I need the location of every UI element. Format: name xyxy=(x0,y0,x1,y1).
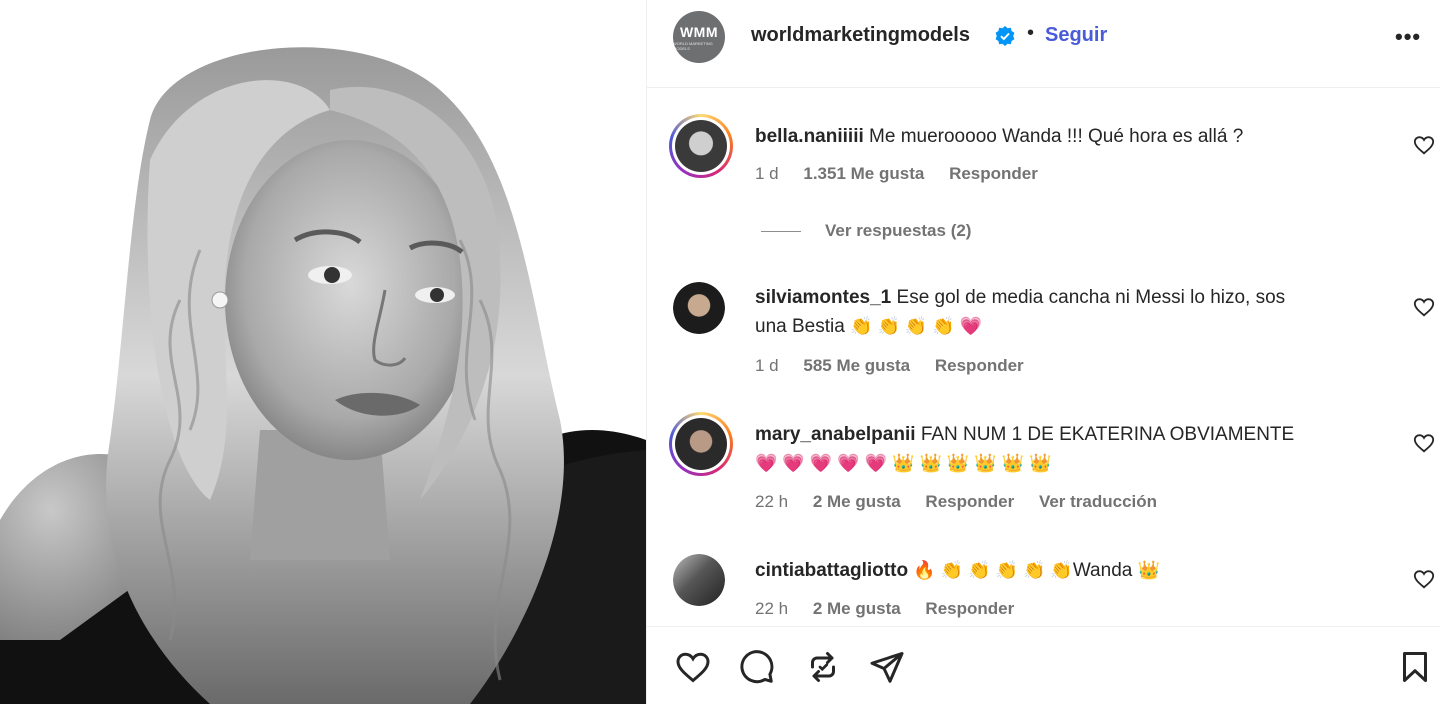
comment-body-line2: una Bestia xyxy=(755,316,845,337)
author-avatar[interactable]: WMM WORLD MARKETING MODELS xyxy=(673,11,725,63)
comment-text: mary_anabelpanii FAN NUM 1 DE EKATERINA … xyxy=(755,420,1375,478)
comment-meta: 1 d 1.351 Me gusta Responder xyxy=(755,164,1058,184)
post-detail-panel: WMM WORLD MARKETING MODELS worldmarketin… xyxy=(646,0,1440,704)
post-actions-bar xyxy=(647,626,1440,704)
comments-list: bella.naniiiii Me muerooooo Wanda !!! Qu… xyxy=(647,88,1440,626)
comment-like-heart-icon[interactable] xyxy=(1413,134,1435,156)
translate-button[interactable]: Ver traducción xyxy=(1039,492,1157,511)
avatar-photo xyxy=(673,554,725,606)
comment-like-heart-icon[interactable] xyxy=(1413,568,1435,590)
comment-text: bella.naniiiii Me muerooooo Wanda !!! Qu… xyxy=(755,122,1375,151)
avatar-photo xyxy=(675,418,727,470)
avatar-photo xyxy=(675,120,727,172)
heart-icon[interactable] xyxy=(675,649,711,685)
comment-body: Me muerooooo Wanda !!! Qué hora es allá … xyxy=(869,126,1244,147)
comment-emojis: 💗 💗 💗 💗 💗 👑 👑 👑 👑 👑 👑 xyxy=(755,453,1052,473)
post-header: WMM WORLD MARKETING MODELS worldmarketin… xyxy=(647,0,1440,88)
comment-icon[interactable] xyxy=(739,649,775,685)
comment-likes[interactable]: 1.351 Me gusta xyxy=(803,164,924,183)
comment-emojis-after: 👑 xyxy=(1137,560,1161,580)
comment-emojis: 🔥 👏 👏 👏 👏 👏 xyxy=(913,560,1073,580)
comment-meta: 22 h 2 Me gusta Responder Ver traducción xyxy=(755,492,1177,512)
comment-time: 1 d xyxy=(755,356,779,375)
reply-button[interactable]: Responder xyxy=(925,492,1014,511)
replies-divider xyxy=(761,231,801,233)
comment-like-heart-icon[interactable] xyxy=(1413,432,1435,454)
comment-emojis: 👏 👏 👏 👏 💗 xyxy=(850,316,983,336)
repost-icon[interactable] xyxy=(805,649,841,685)
comment-text: cintiabattagliotto 🔥 👏 👏 👏 👏 👏Wanda 👑 xyxy=(755,556,1375,585)
comment-username[interactable]: silviamontes_1 xyxy=(755,287,891,308)
portrait-photo xyxy=(0,0,646,704)
avatar-photo xyxy=(673,282,725,334)
more-options-button[interactable]: ••• xyxy=(1395,24,1421,50)
comment-time: 1 d xyxy=(755,164,779,183)
comment-likes[interactable]: 585 Me gusta xyxy=(803,356,910,375)
author-username[interactable]: worldmarketingmodels xyxy=(751,24,970,47)
bookmark-icon[interactable] xyxy=(1397,649,1433,685)
comment-like-heart-icon[interactable] xyxy=(1413,296,1435,318)
commenter-avatar[interactable] xyxy=(673,282,725,334)
comment-username[interactable]: cintiabattagliotto xyxy=(755,560,908,581)
follow-button[interactable]: Seguir xyxy=(1045,24,1107,47)
reply-button[interactable]: Responder xyxy=(949,164,1038,183)
comment-meta: 1 d 585 Me gusta Responder xyxy=(755,356,1044,376)
comment-time: 22 h xyxy=(755,599,789,618)
comment-likes[interactable]: 2 Me gusta xyxy=(813,599,901,618)
verified-badge-icon xyxy=(995,26,1015,46)
reply-button[interactable]: Responder xyxy=(925,599,1014,618)
header-separator: • xyxy=(1027,22,1035,44)
author-avatar-subtext: WORLD MARKETING MODELS xyxy=(673,40,713,51)
commenter-avatar[interactable] xyxy=(669,114,733,178)
post-image xyxy=(0,0,646,704)
view-replies-label: Ver respuestas (2) xyxy=(825,221,972,240)
author-avatar-logo: WMM xyxy=(679,23,719,40)
comment-body: FAN NUM 1 DE EKATERINA OBVIAMENTE xyxy=(920,424,1295,445)
comment-meta: 22 h 2 Me gusta Responder xyxy=(755,599,1034,619)
comment-username[interactable]: mary_anabelpanii xyxy=(755,424,916,445)
comment-body: Ese gol de media cancha ni Messi lo hizo… xyxy=(896,287,1286,308)
comment-username[interactable]: bella.naniiiii xyxy=(755,126,864,147)
comment-body: Wanda xyxy=(1072,560,1133,581)
share-icon[interactable] xyxy=(869,649,905,685)
comment-time: 22 h xyxy=(755,492,789,511)
comment-text: silviamontes_1 Ese gol de media cancha n… xyxy=(755,283,1375,341)
commenter-avatar[interactable] xyxy=(669,412,733,476)
comment-likes[interactable]: 2 Me gusta xyxy=(813,492,901,511)
view-replies-button[interactable]: Ver respuestas (2) xyxy=(761,221,971,241)
commenter-avatar[interactable] xyxy=(673,554,725,606)
reply-button[interactable]: Responder xyxy=(935,356,1024,375)
